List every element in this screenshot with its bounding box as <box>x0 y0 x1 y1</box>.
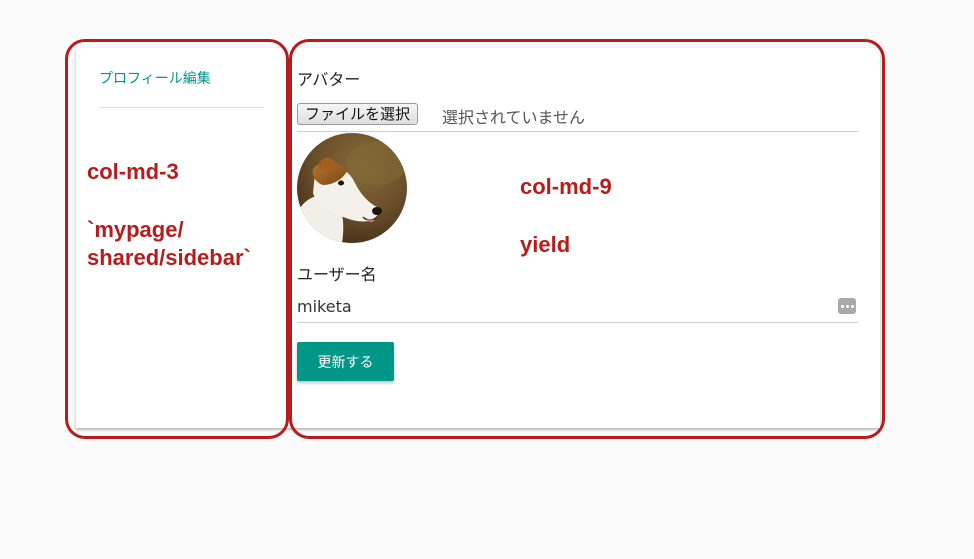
annotation-col-md-3: col-md-3 <box>87 159 179 184</box>
annotation-sidebar-partial-line1: `mypage/ <box>87 217 184 242</box>
annotation-sidebar-partial-line2: shared/sidebar` <box>87 245 251 270</box>
main-annotation-outline <box>289 39 885 439</box>
page: プロフィール編集 アバター ファイルを選択 選択されていません ユーザー名 mi… <box>0 0 974 559</box>
annotation-col-md-9: col-md-9 <box>520 174 612 199</box>
annotation-yield: yield <box>520 232 571 257</box>
